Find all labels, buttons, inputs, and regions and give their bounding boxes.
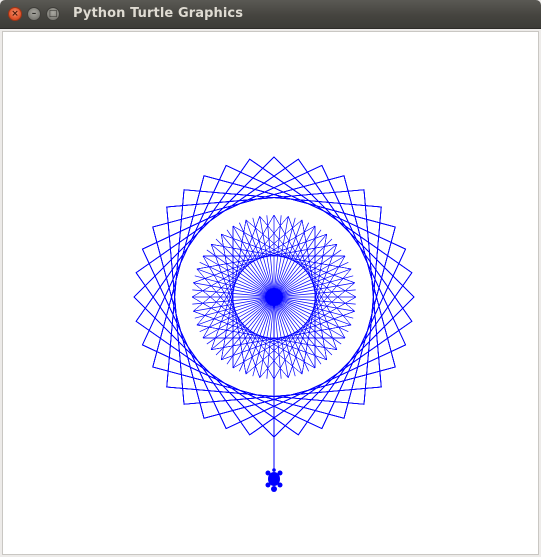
close-button[interactable]: × <box>8 7 22 21</box>
turtle-window: × – □ Python Turtle Graphics <box>0 0 541 557</box>
turtle-cursor-icon <box>265 468 283 492</box>
minimize-button[interactable]: – <box>27 7 41 21</box>
turtle-body-part <box>265 482 271 488</box>
title-bar[interactable]: × – □ Python Turtle Graphics <box>0 0 541 29</box>
minimize-icon: – <box>31 8 37 19</box>
turtle-body-part <box>271 486 277 492</box>
maximize-icon: □ <box>48 8 58 19</box>
turtle-body-part <box>277 470 283 476</box>
turtle-body-part <box>265 470 271 476</box>
turtle-drawing <box>133 156 415 492</box>
turtle-canvas[interactable] <box>2 31 539 555</box>
maximize-button[interactable]: □ <box>46 7 60 21</box>
turtle-body-part <box>277 482 283 488</box>
turtle-body-part <box>272 468 276 472</box>
window-title: Python Turtle Graphics <box>73 6 244 21</box>
close-icon: × <box>11 8 19 19</box>
